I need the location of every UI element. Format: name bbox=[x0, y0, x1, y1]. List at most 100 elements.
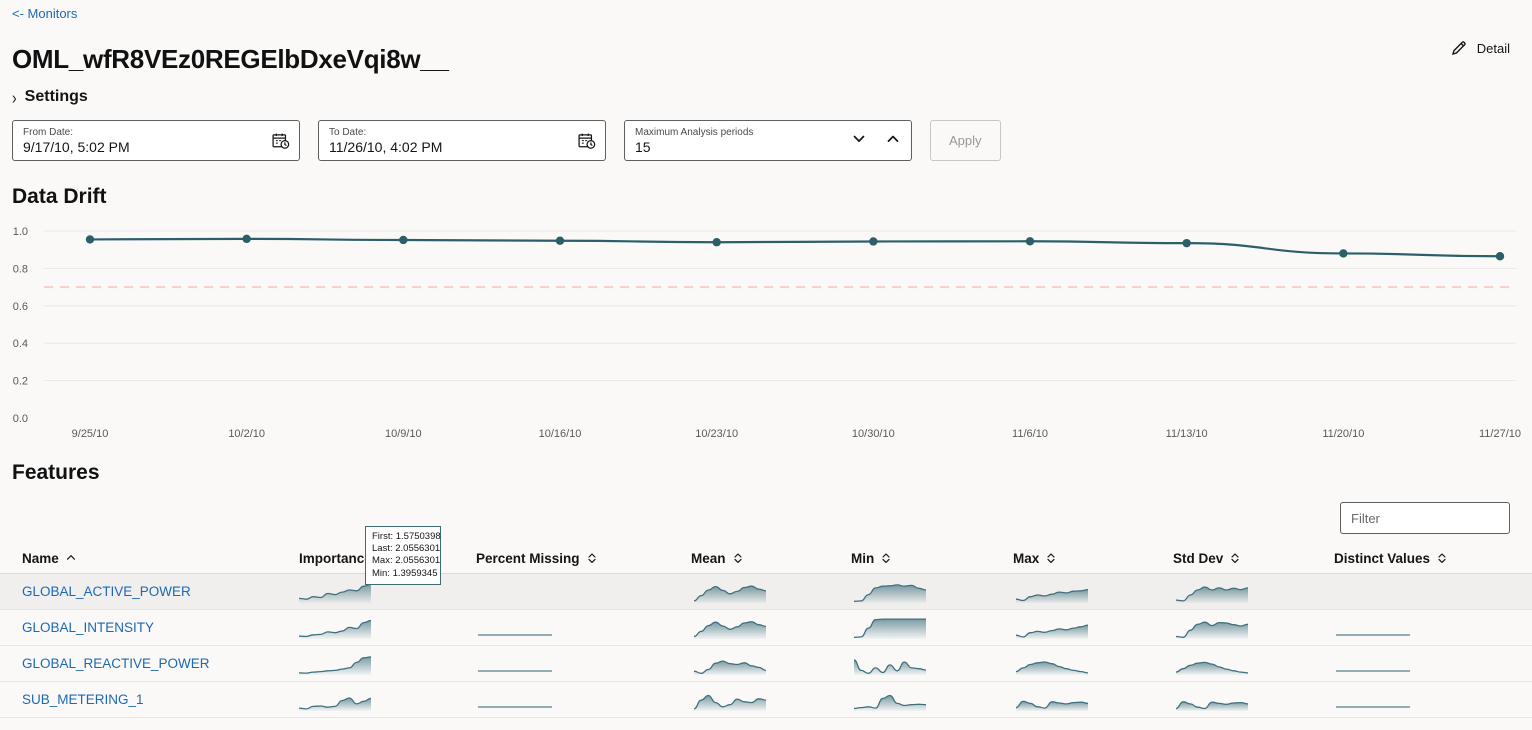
feature-name-link[interactable]: GLOBAL_REACTIVE_POWER bbox=[22, 656, 210, 671]
feature-name-link[interactable]: SUB_METERING_1 bbox=[22, 692, 144, 707]
sparkline[interactable] bbox=[1173, 615, 1251, 641]
table-row[interactable]: GLOBAL_REACTIVE_POWER bbox=[0, 646, 1532, 682]
sparkline[interactable] bbox=[1334, 651, 1412, 677]
cell-max bbox=[1013, 574, 1173, 610]
sparkline[interactable] bbox=[691, 579, 769, 605]
column-header-label: Std Dev bbox=[1173, 550, 1224, 566]
feature-name-link[interactable]: GLOBAL_ACTIVE_POWER bbox=[22, 584, 191, 599]
sparkline[interactable] bbox=[1334, 615, 1412, 641]
sparkline[interactable] bbox=[1173, 687, 1251, 713]
data-drift-chart: 0.0 0.2 0.4 0.6 0.8 1.0 9/25/10 10/2/10 10/9/10 1… bbox=[0, 215, 1532, 445]
column-header-name[interactable]: Name bbox=[22, 551, 296, 566]
cell-std bbox=[1173, 682, 1334, 718]
sparkline[interactable] bbox=[1173, 579, 1251, 605]
filter-input[interactable] bbox=[1340, 502, 1510, 534]
svg-text:10/9/10: 10/9/10 bbox=[385, 428, 422, 440]
cell-imp bbox=[296, 646, 476, 682]
cell-name: GLOBAL_ACTIVE_POWER bbox=[22, 574, 296, 610]
to-date-label: To Date: bbox=[329, 126, 367, 138]
sparkline-tooltip: First: 1.5750398 Last: 2.0556301 Max: 2.… bbox=[365, 526, 441, 585]
feature-name-link[interactable]: GLOBAL_INTENSITY bbox=[22, 620, 154, 635]
table-row[interactable]: GLOBAL_ACTIVE_POWER bbox=[0, 574, 1532, 610]
cell-miss bbox=[476, 610, 691, 646]
cell-max bbox=[1013, 646, 1173, 682]
cell-min bbox=[851, 646, 1013, 682]
cell-dist bbox=[1334, 646, 1494, 682]
table-row[interactable]: SUB_METERING_1 bbox=[0, 682, 1532, 718]
sparkline[interactable] bbox=[691, 687, 769, 713]
breadcrumb-monitors-link[interactable]: <- Monitors bbox=[12, 6, 77, 21]
column-header-label: Distinct Values bbox=[1334, 550, 1431, 566]
svg-text:10/23/10: 10/23/10 bbox=[695, 428, 738, 440]
cell-name: GLOBAL_REACTIVE_POWER bbox=[22, 646, 296, 682]
svg-text:0.0: 0.0 bbox=[13, 413, 28, 425]
sparkline[interactable] bbox=[691, 651, 769, 677]
cell-dist bbox=[1334, 610, 1494, 646]
table-row[interactable]: GLOBAL_INTENSITY bbox=[0, 610, 1532, 646]
max-periods-value: 15 bbox=[635, 138, 651, 155]
sort-toggle-icon bbox=[1438, 553, 1446, 563]
cell-std bbox=[1173, 610, 1334, 646]
column-header-label: Percent Missing bbox=[476, 550, 580, 566]
column-header-dist[interactable]: Distinct Values bbox=[1334, 551, 1494, 566]
svg-text:11/13/10: 11/13/10 bbox=[1166, 428, 1208, 440]
sparkline[interactable] bbox=[1334, 687, 1412, 713]
sparkline[interactable] bbox=[1013, 615, 1091, 641]
sparkline[interactable] bbox=[851, 615, 929, 641]
sort-toggle-icon bbox=[1047, 553, 1055, 563]
column-header-min[interactable]: Min bbox=[851, 551, 1013, 566]
settings-controls: From Date: 9/17/10, 5:02 PM To Date: 11/… bbox=[12, 120, 1001, 161]
column-header-label: Max bbox=[1013, 550, 1040, 566]
column-header-miss[interactable]: Percent Missing bbox=[476, 551, 691, 566]
chevron-right-icon: › bbox=[12, 87, 17, 107]
sparkline[interactable] bbox=[296, 615, 374, 641]
chevron-down-icon[interactable] bbox=[851, 130, 867, 151]
svg-text:0.4: 0.4 bbox=[13, 338, 28, 350]
cell-miss bbox=[476, 682, 691, 718]
tooltip-first: First: 1.5750398 bbox=[372, 531, 441, 542]
column-header-max[interactable]: Max bbox=[1013, 551, 1173, 566]
sparkline[interactable] bbox=[691, 615, 769, 641]
sparkline[interactable] bbox=[296, 651, 374, 677]
sort-toggle-icon bbox=[882, 553, 890, 563]
svg-text:9/25/10: 9/25/10 bbox=[72, 428, 109, 440]
max-periods-label: Maximum Analysis periods bbox=[635, 126, 754, 138]
cell-name: SUB_METERING_1 bbox=[22, 682, 296, 718]
cell-name: GLOBAL_INTENSITY bbox=[22, 610, 296, 646]
svg-text:0.8: 0.8 bbox=[13, 263, 28, 275]
apply-button[interactable]: Apply bbox=[930, 120, 1001, 161]
max-analysis-periods-field[interactable]: Maximum Analysis periods 15 bbox=[624, 120, 912, 161]
sparkline[interactable] bbox=[296, 579, 374, 605]
sparkline[interactable] bbox=[296, 687, 374, 713]
sparkline[interactable] bbox=[476, 615, 554, 641]
cell-max bbox=[1013, 682, 1173, 718]
sparkline[interactable] bbox=[851, 579, 929, 605]
svg-text:0.2: 0.2 bbox=[13, 376, 28, 388]
settings-disclosure[interactable]: › Settings bbox=[12, 88, 88, 106]
sparkline[interactable] bbox=[851, 687, 929, 713]
monitor-detail-page: <- Monitors OML_wfR8VEz0REGElbDxeVqi8w__… bbox=[0, 0, 1532, 730]
from-date-field[interactable]: From Date: 9/17/10, 5:02 PM bbox=[12, 120, 300, 161]
table-body: GLOBAL_ACTIVE_POWER GLOBAL_INTENSITY GLOBA… bbox=[0, 574, 1532, 718]
sparkline[interactable] bbox=[476, 651, 554, 677]
sparkline[interactable] bbox=[1013, 687, 1091, 713]
sparkline[interactable] bbox=[1013, 651, 1091, 677]
column-header-label: Name bbox=[22, 550, 59, 566]
detail-label: Detail bbox=[1476, 40, 1510, 56]
sparkline[interactable] bbox=[1173, 651, 1251, 677]
to-date-field[interactable]: To Date: 11/26/10, 4:02 PM bbox=[318, 120, 606, 161]
tooltip-last: Last: 2.0556301 bbox=[372, 543, 441, 555]
pencil-icon bbox=[1450, 39, 1468, 57]
column-header-std[interactable]: Std Dev bbox=[1173, 551, 1334, 566]
tooltip-max: Max: 2.0556301 bbox=[372, 555, 441, 567]
table-header-row: Name Importance Percent Missing Mean Min Max S… bbox=[0, 543, 1532, 574]
sparkline[interactable] bbox=[851, 651, 929, 677]
chevron-up-icon[interactable] bbox=[885, 130, 901, 151]
sparkline[interactable] bbox=[476, 687, 554, 713]
svg-text:11/6/10: 11/6/10 bbox=[1012, 428, 1048, 440]
column-header-mean[interactable]: Mean bbox=[691, 551, 851, 566]
cell-mean bbox=[691, 646, 851, 682]
detail-button[interactable]: Detail bbox=[1450, 39, 1510, 57]
sparkline[interactable] bbox=[1013, 579, 1091, 605]
cell-std bbox=[1173, 574, 1334, 610]
